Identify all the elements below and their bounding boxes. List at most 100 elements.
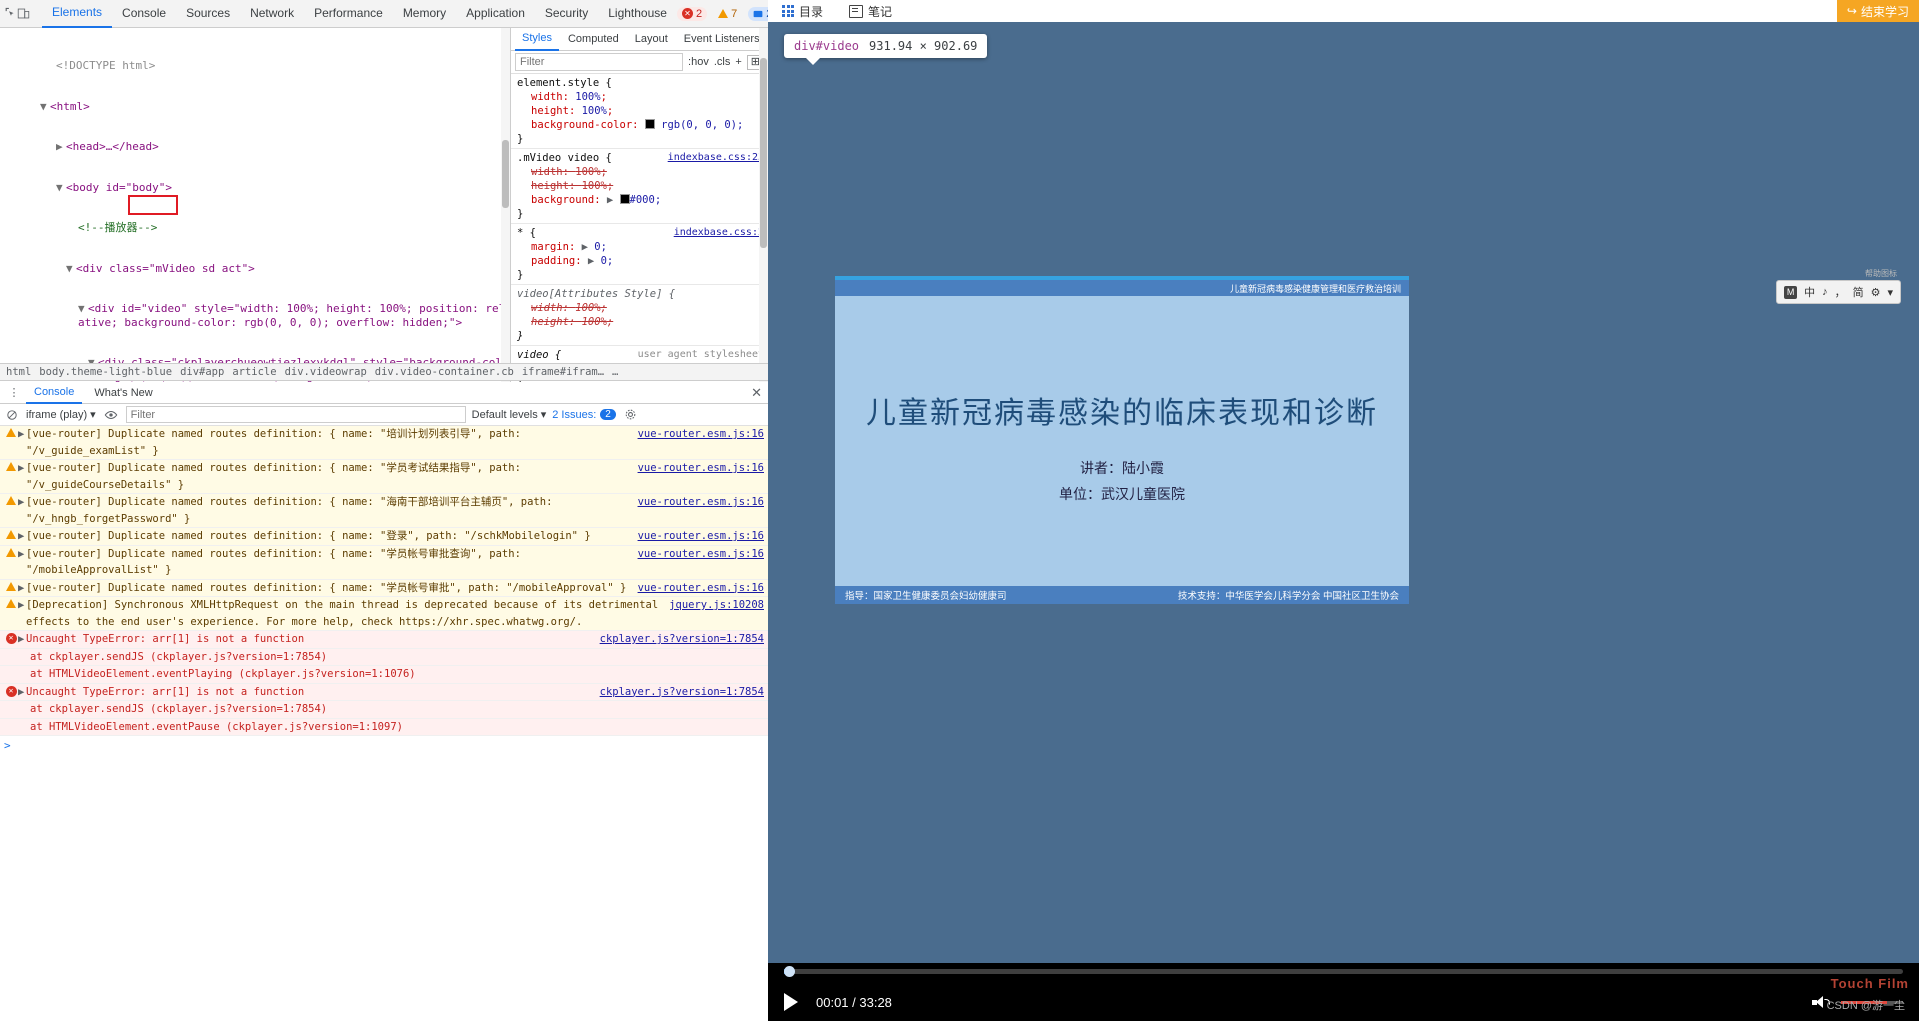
tab-elements[interactable]: Elements [42, 0, 113, 28]
expand-arrow-icon[interactable]: ▶ [588, 255, 594, 267]
breadcrumb-item-more[interactable]: … [612, 366, 618, 378]
drawer-tab-console[interactable]: Console [26, 382, 83, 404]
progress-bar[interactable] [784, 966, 1903, 977]
video-surface[interactable]: 儿童新冠病毒感染健康管理和医疗救治培训 儿童新冠病毒感染的临床表现和诊断 讲者：… [768, 22, 1919, 963]
nav-notes[interactable]: 笔记 [849, 3, 892, 20]
tab-network[interactable]: Network [240, 0, 304, 27]
expand-arrow-icon[interactable]: ▶ [18, 426, 26, 443]
tab-styles[interactable]: Styles [515, 28, 559, 51]
styles-filter-input[interactable] [515, 53, 684, 71]
ime-mode-box[interactable]: M [1784, 285, 1798, 299]
ime-simplified-toggle[interactable]: 简 [1853, 284, 1864, 300]
warning-count-badge[interactable]: 7 [713, 7, 742, 21]
chevron-down-icon[interactable]: ▾ [1887, 286, 1893, 299]
expand-arrow-html[interactable]: ▼ [40, 100, 50, 114]
console-message[interactable]: ▶ [vue-router] Duplicate named routes def… [0, 528, 768, 546]
console-message[interactable]: ▶ [vue-router] Duplicate named routes def… [0, 494, 768, 528]
prop-background-color[interactable]: background-color: rgb(0, 0, 0); [517, 118, 768, 132]
class-pill[interactable]: .cls [714, 56, 731, 68]
elements-scrollbar-thumb[interactable] [502, 140, 509, 208]
ime-chinese-toggle[interactable]: 中 [1804, 284, 1815, 300]
console-source-link[interactable]: ckplayer.js?version=1:7854 [592, 631, 764, 648]
expand-arrow-icon[interactable]: ▶ [18, 597, 26, 614]
expand-arrow-head[interactable]: ▶ [56, 140, 66, 154]
prop-margin[interactable]: margin: ▶ 0; [517, 240, 768, 254]
console-message[interactable]: ▶ [vue-router] Duplicate named routes def… [0, 426, 768, 460]
expand-arrow-icon[interactable]: ▶ [18, 580, 26, 597]
head-tag[interactable]: <head>…</head> [66, 140, 159, 153]
prop-background[interactable]: background: ▶ #000; [517, 193, 768, 207]
expand-arrow-body[interactable]: ▼ [56, 181, 66, 195]
breadcrumb-item-app[interactable]: div#app [180, 366, 224, 378]
end-study-button[interactable]: ↪ 结束学习 [1836, 0, 1919, 22]
expand-arrow-icon[interactable]: ▶ [18, 460, 26, 477]
console-source-link[interactable]: vue-router.esm.js:16 [630, 546, 764, 563]
console-message[interactable]: ▶ [vue-router] Duplicate named routes def… [0, 545, 768, 580]
color-swatch[interactable] [619, 194, 630, 204]
prop-width[interactable]: width: 100%; [517, 301, 768, 315]
console-source-link[interactable]: jquery.js:10208 [661, 597, 764, 614]
elements-tree-pane[interactable]: <!DOCTYPE html> ▼ <html> ▶ <head>…</head> … [0, 28, 510, 383]
expand-arrow-video-div[interactable]: ▼ [78, 302, 88, 316]
gear-icon[interactable]: ⚙ [1871, 286, 1881, 299]
ime-punctuation-toggle[interactable]: ， [1835, 284, 1846, 300]
nav-catalog[interactable]: 目录 [782, 3, 823, 20]
prop-width[interactable]: width: 100%; [517, 165, 768, 179]
console-message[interactable]: ▶ [Deprecation] Synchronous XMLHttpReques… [0, 597, 768, 631]
inspect-element-icon[interactable] [4, 3, 17, 25]
tab-computed[interactable]: Computed [561, 29, 626, 50]
close-icon[interactable]: ✕ [751, 385, 762, 401]
color-swatch[interactable] [644, 119, 655, 129]
tab-memory[interactable]: Memory [393, 0, 456, 27]
tab-console[interactable]: Console [112, 0, 176, 27]
console-source-link[interactable]: vue-router.esm.js:16 [630, 580, 764, 597]
expand-arrow-icon[interactable]: ▶ [18, 494, 26, 511]
eye-icon[interactable] [102, 404, 120, 426]
tab-application[interactable]: Application [456, 0, 535, 27]
expand-arrow-icon[interactable]: ▶ [18, 631, 26, 648]
styles-scrollbar-thumb[interactable] [760, 58, 767, 248]
elements-scrollbar[interactable] [501, 28, 510, 383]
ime-toolbar[interactable]: M 中 ♪ ， 简 ⚙ ▾ [1776, 280, 1901, 304]
prop-height[interactable]: height: 100%; [517, 179, 768, 193]
breadcrumb-item-video-container[interactable]: div.video-container.cb [375, 366, 514, 378]
div-mvideo[interactable]: <div class="mVideo sd act"> [76, 262, 255, 275]
tab-lighthouse[interactable]: Lighthouse [598, 0, 677, 27]
console-message[interactable]: ✕ ▶ Uncaught TypeError: arr[1] is not a fu… [0, 683, 768, 701]
speaker-icon[interactable] [1812, 995, 1830, 1009]
gear-icon[interactable] [622, 404, 640, 426]
prop-height[interactable]: height: 100%; [517, 315, 768, 329]
ime-music-icon[interactable]: ♪ [1822, 286, 1828, 298]
breadcrumb-item-body[interactable]: body.theme-light-blue [39, 366, 172, 378]
console-source-link[interactable]: vue-router.esm.js:16 [630, 426, 764, 443]
console-message[interactable]: ✕ ▶ Uncaught TypeError: arr[1] is not a fu… [0, 631, 768, 649]
error-count-badge[interactable]: ✕ 2 [676, 6, 708, 21]
tab-security[interactable]: Security [535, 0, 598, 27]
body-tag[interactable]: <body id="body"> [66, 181, 172, 194]
breadcrumb-item-article[interactable]: article [232, 366, 276, 378]
console-issues-link[interactable]: 2 Issues: 2 [552, 409, 616, 421]
expand-arrow-mvideo[interactable]: ▼ [66, 262, 76, 276]
breadcrumb-item-html[interactable]: html [6, 366, 31, 378]
video-player[interactable]: div#video 931.94 × 902.69 儿童新冠病毒感染健康管理和医… [768, 22, 1919, 1021]
rule-source-link[interactable]: indexbase.css:2 [674, 226, 764, 240]
hover-state-pill[interactable]: :hov [688, 56, 709, 68]
prop-width[interactable]: width: 100%; [517, 90, 768, 104]
expand-arrow-icon[interactable]: ▶ [18, 528, 26, 545]
tab-performance[interactable]: Performance [304, 0, 393, 27]
drawer-menu-icon[interactable]: ⋮ [6, 382, 22, 404]
console-prompt[interactable]: > [0, 736, 768, 757]
console-source-link[interactable]: vue-router.esm.js:16 [630, 494, 764, 511]
plus-icon[interactable]: + [735, 56, 741, 68]
console-filter-input[interactable] [125, 406, 466, 423]
console-source-link[interactable]: vue-router.esm.js:16 [630, 460, 764, 477]
breadcrumb-item-iframe[interactable]: iframe#ifram… [522, 366, 604, 378]
expand-arrow-icon[interactable]: ▶ [18, 546, 26, 563]
breadcrumb-item-videowrap[interactable]: div.videowrap [285, 366, 367, 378]
console-message[interactable]: ▶ [vue-router] Duplicate named routes def… [0, 579, 768, 597]
expand-arrow-icon[interactable]: ▶ [582, 241, 588, 253]
console-message[interactable]: ▶ [vue-router] Duplicate named routes def… [0, 460, 768, 494]
tab-event-listeners[interactable]: Event Listeners [677, 29, 767, 50]
expand-arrow-icon[interactable]: ▶ [607, 194, 613, 206]
drawer-tab-whats-new[interactable]: What's New [86, 383, 160, 403]
